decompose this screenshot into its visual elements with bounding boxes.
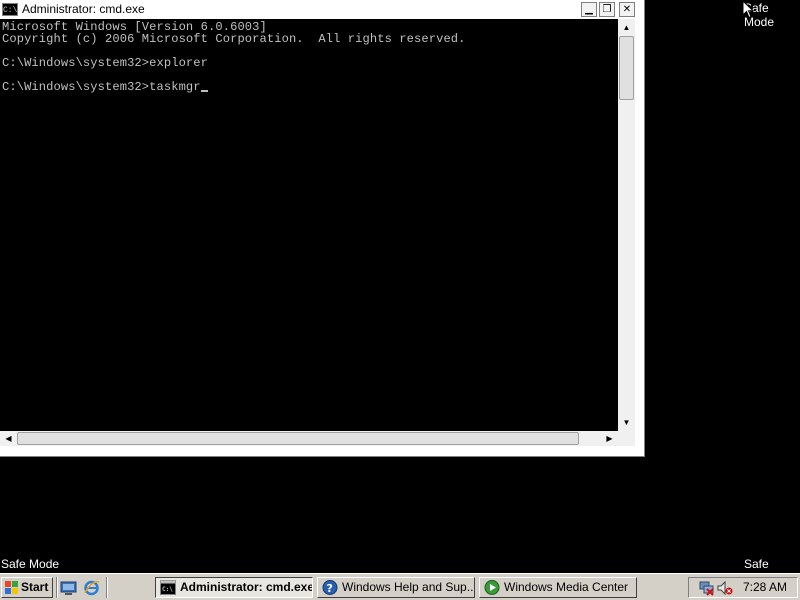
safe-mode-label-bottom-left: Safe Mode <box>1 557 60 571</box>
svg-text:?: ? <box>327 582 333 595</box>
taskbar: Start C:\ Administrator: cmd.exe ? Windo… <box>0 573 800 600</box>
window-title: Administrator: cmd.exe <box>22 2 145 16</box>
cmd-icon: C:\ <box>160 580 176 595</box>
show-desktop-icon[interactable] <box>60 579 77 596</box>
taskbar-separator <box>56 577 58 598</box>
start-label: Start <box>21 580 49 594</box>
console-line-prompt[interactable]: C:\Windows\system32>taskmgr <box>2 81 208 93</box>
restore-button[interactable]: ❐ <box>599 2 615 17</box>
scrollbar-corner <box>618 431 635 446</box>
taskbar-item-media-center[interactable]: Windows Media Center <box>479 577 637 598</box>
windows-logo-icon <box>5 581 18 594</box>
window-frame-bottom[interactable] <box>0 446 644 456</box>
help-icon: ? <box>322 580 338 595</box>
start-button[interactable]: Start <box>1 577 53 598</box>
close-button[interactable]: ✕ <box>619 2 635 17</box>
console-output[interactable]: Microsoft Windows [Version 6.0.6003] Cop… <box>0 19 618 431</box>
taskbar-item-cmd[interactable]: C:\ Administrator: cmd.exe <box>155 577 313 598</box>
console-line: Copyright (c) 2006 Microsoft Corporation… <box>2 32 466 46</box>
svg-text:C:\: C:\ <box>162 586 173 593</box>
window-frame-right[interactable] <box>635 19 644 446</box>
text-cursor <box>200 90 208 92</box>
scroll-right-arrow-icon[interactable]: ▶ <box>601 431 618 446</box>
taskbar-item-label: Administrator: cmd.exe <box>180 580 313 594</box>
media-center-icon <box>484 580 500 595</box>
minimize-button[interactable]: ▁ <box>581 2 597 17</box>
title-bar[interactable]: C:\ Administrator: cmd.exe ▁ ❐ ✕ <box>0 0 644 19</box>
system-tray: 7:28 AM <box>688 577 798 598</box>
taskbar-separator <box>106 577 108 598</box>
mouse-pointer-icon <box>742 0 755 19</box>
network-disconnected-icon[interactable] <box>699 580 715 596</box>
horizontal-scroll-thumb[interactable] <box>17 432 579 445</box>
taskbar-item-help[interactable]: ? Windows Help and Sup... <box>317 577 475 598</box>
vertical-scroll-thumb[interactable] <box>619 36 634 100</box>
scroll-down-arrow-icon[interactable]: ▼ <box>618 414 635 431</box>
internet-explorer-icon[interactable] <box>83 579 100 596</box>
vertical-scrollbar[interactable]: ▲ ▼ <box>618 19 635 431</box>
taskbar-item-label: Windows Media Center <box>504 580 629 594</box>
clock[interactable]: 7:28 AM <box>743 578 787 597</box>
cmd-window[interactable]: C:\ Administrator: cmd.exe ▁ ❐ ✕ Microso… <box>0 0 645 457</box>
console-command-text: C:\Windows\system32>taskmgr <box>2 80 201 94</box>
taskbar-item-label: Windows Help and Sup... <box>342 580 475 594</box>
console-line: C:\Windows\system32>explorer <box>2 56 209 70</box>
scroll-up-arrow-icon[interactable]: ▲ <box>618 19 635 36</box>
horizontal-scrollbar[interactable]: ◀ ▶ <box>0 431 618 446</box>
scroll-left-arrow-icon[interactable]: ◀ <box>0 431 17 446</box>
cmd-icon[interactable]: C:\ <box>2 3 18 16</box>
volume-muted-icon[interactable] <box>717 580 733 596</box>
